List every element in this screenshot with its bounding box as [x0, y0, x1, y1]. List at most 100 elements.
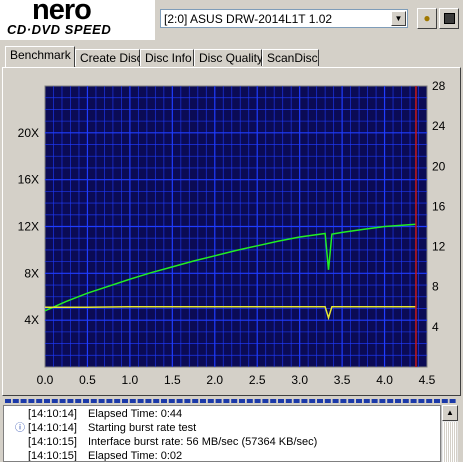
y-right-tick-label: 12 [432, 240, 446, 254]
progress-segment [215, 399, 222, 403]
x-tick-label: 3.5 [334, 373, 351, 387]
progress-segment [441, 399, 448, 403]
progress-segment [293, 399, 300, 403]
drive-refresh-button[interactable]: ● [417, 8, 437, 29]
tab-disc-info[interactable]: Disc Info [140, 49, 194, 66]
x-tick-label: 0.0 [37, 373, 54, 387]
info-icon: ⓘ [15, 423, 25, 434]
progress-segment [176, 399, 183, 403]
x-tick-label: 2.0 [206, 373, 223, 387]
progress-segment [28, 399, 35, 403]
progress-segment [12, 399, 19, 403]
drive-select[interactable]: [2:0] ASUS DRW-2014L1T 1.02 ▼ [160, 9, 408, 28]
progress-segment [122, 399, 128, 403]
y-left-tick-label: 8X [24, 266, 39, 280]
progress-segment [200, 399, 206, 403]
progress-segment [363, 399, 370, 403]
progress-segment [434, 399, 440, 403]
progress-segment [114, 399, 121, 403]
chevron-down-icon[interactable]: ▼ [391, 11, 406, 26]
progress-segment [192, 399, 199, 403]
tab-create-disc[interactable]: Create Disc [75, 49, 143, 66]
progress-segment [270, 399, 277, 403]
scroll-up-icon[interactable]: ▲ [442, 405, 458, 421]
progress-segment [246, 399, 253, 403]
progress-segment [223, 399, 230, 403]
log-scrollbar[interactable]: ▲ [441, 405, 458, 462]
y-left-tick-label: 20X [18, 126, 39, 140]
progress-segment [106, 399, 113, 403]
progress-segment [44, 399, 50, 403]
tab-benchmark[interactable]: Benchmark [5, 46, 75, 67]
progress-segment [449, 399, 456, 403]
y-left-tick-label: 4X [24, 313, 39, 327]
progress-segment [129, 399, 136, 403]
y-right-tick-label: 8 [432, 280, 439, 294]
progress-segment [137, 399, 144, 403]
drive-refresh-icon: ● [423, 11, 431, 25]
progress-segment [317, 399, 323, 403]
progress-segment [168, 399, 175, 403]
x-tick-label: 2.5 [249, 373, 266, 387]
x-tick-label: 3.0 [291, 373, 308, 387]
progress-segment [278, 399, 284, 403]
progress-segment [332, 399, 339, 403]
x-tick-label: 1.0 [122, 373, 139, 387]
progress-segment [207, 399, 214, 403]
logo-subtitle: CD·DVD SPEED [7, 22, 112, 37]
tab-disc-quality[interactable]: Disc Quality [194, 49, 263, 66]
progress-segment [59, 399, 66, 403]
save-disk-icon [443, 13, 455, 24]
y-right-tick-label: 24 [432, 119, 446, 133]
progress-segment [340, 399, 347, 403]
progress-segment [51, 399, 58, 403]
progress-segment [426, 399, 433, 403]
drive-select-value: [2:0] ASUS DRW-2014L1T 1.02 [164, 12, 333, 26]
progress-segment [67, 399, 74, 403]
progress-segment [90, 399, 97, 403]
progress-segment [36, 399, 43, 403]
progress-segment [239, 399, 245, 403]
x-tick-label: 0.5 [79, 373, 96, 387]
progress-segment [83, 399, 89, 403]
progress-segment [262, 399, 269, 403]
progress-segment [387, 399, 394, 403]
benchmark-chart: 4X 8X 12X 16X 20X 4 8 12 16 20 24 28 0.0 0.5 1.0 1.5 2… [18, 79, 446, 387]
y-right-tick-label: 16 [432, 199, 446, 213]
scroll-track[interactable] [443, 422, 457, 462]
progress-segment [254, 399, 261, 403]
progress-segment [410, 399, 417, 403]
progress-segment [161, 399, 167, 403]
x-tick-label: 1.5 [164, 373, 181, 387]
nero-logo: nero CD·DVD SPEED [0, 0, 155, 40]
progress-segment [5, 399, 11, 403]
progress-segment [184, 399, 191, 403]
y-left-tick-label: 16X [18, 173, 39, 187]
progress-segment [285, 399, 292, 403]
y-left-tick-label: 12X [18, 220, 39, 234]
progress-segment [356, 399, 362, 403]
progress-segment [153, 399, 160, 403]
progress-segment [395, 399, 401, 403]
benchmark-panel: 4X 8X 12X 16X 20X 4 8 12 16 20 24 28 0.0 0.5 1.0 1.5 2… [2, 67, 461, 396]
save-button[interactable] [439, 8, 459, 29]
y-right-tick-label: 20 [432, 159, 446, 173]
progress-segment [145, 399, 152, 403]
tab-scandisc[interactable]: ScanDisc [262, 49, 319, 66]
progress-segment [231, 399, 238, 403]
progress-segment [379, 399, 386, 403]
x-tick-label: 4.0 [376, 373, 393, 387]
y-right-tick-label: 4 [432, 320, 439, 334]
y-right-tick-label: 28 [432, 79, 446, 93]
progress-segment [402, 399, 409, 403]
log-list: [14:10:14] Elapsed Time: 0:44 ⓘ [14:10:1… [3, 405, 441, 462]
progress-segment [348, 399, 355, 403]
x-tick-label: 4.5 [419, 373, 436, 387]
progress-segment [301, 399, 308, 403]
progress-segment [309, 399, 316, 403]
progress-segment [418, 399, 425, 403]
progress-segment [371, 399, 378, 403]
progress-segment [20, 399, 27, 403]
progress-segment [324, 399, 331, 403]
progress-segment [98, 399, 105, 403]
